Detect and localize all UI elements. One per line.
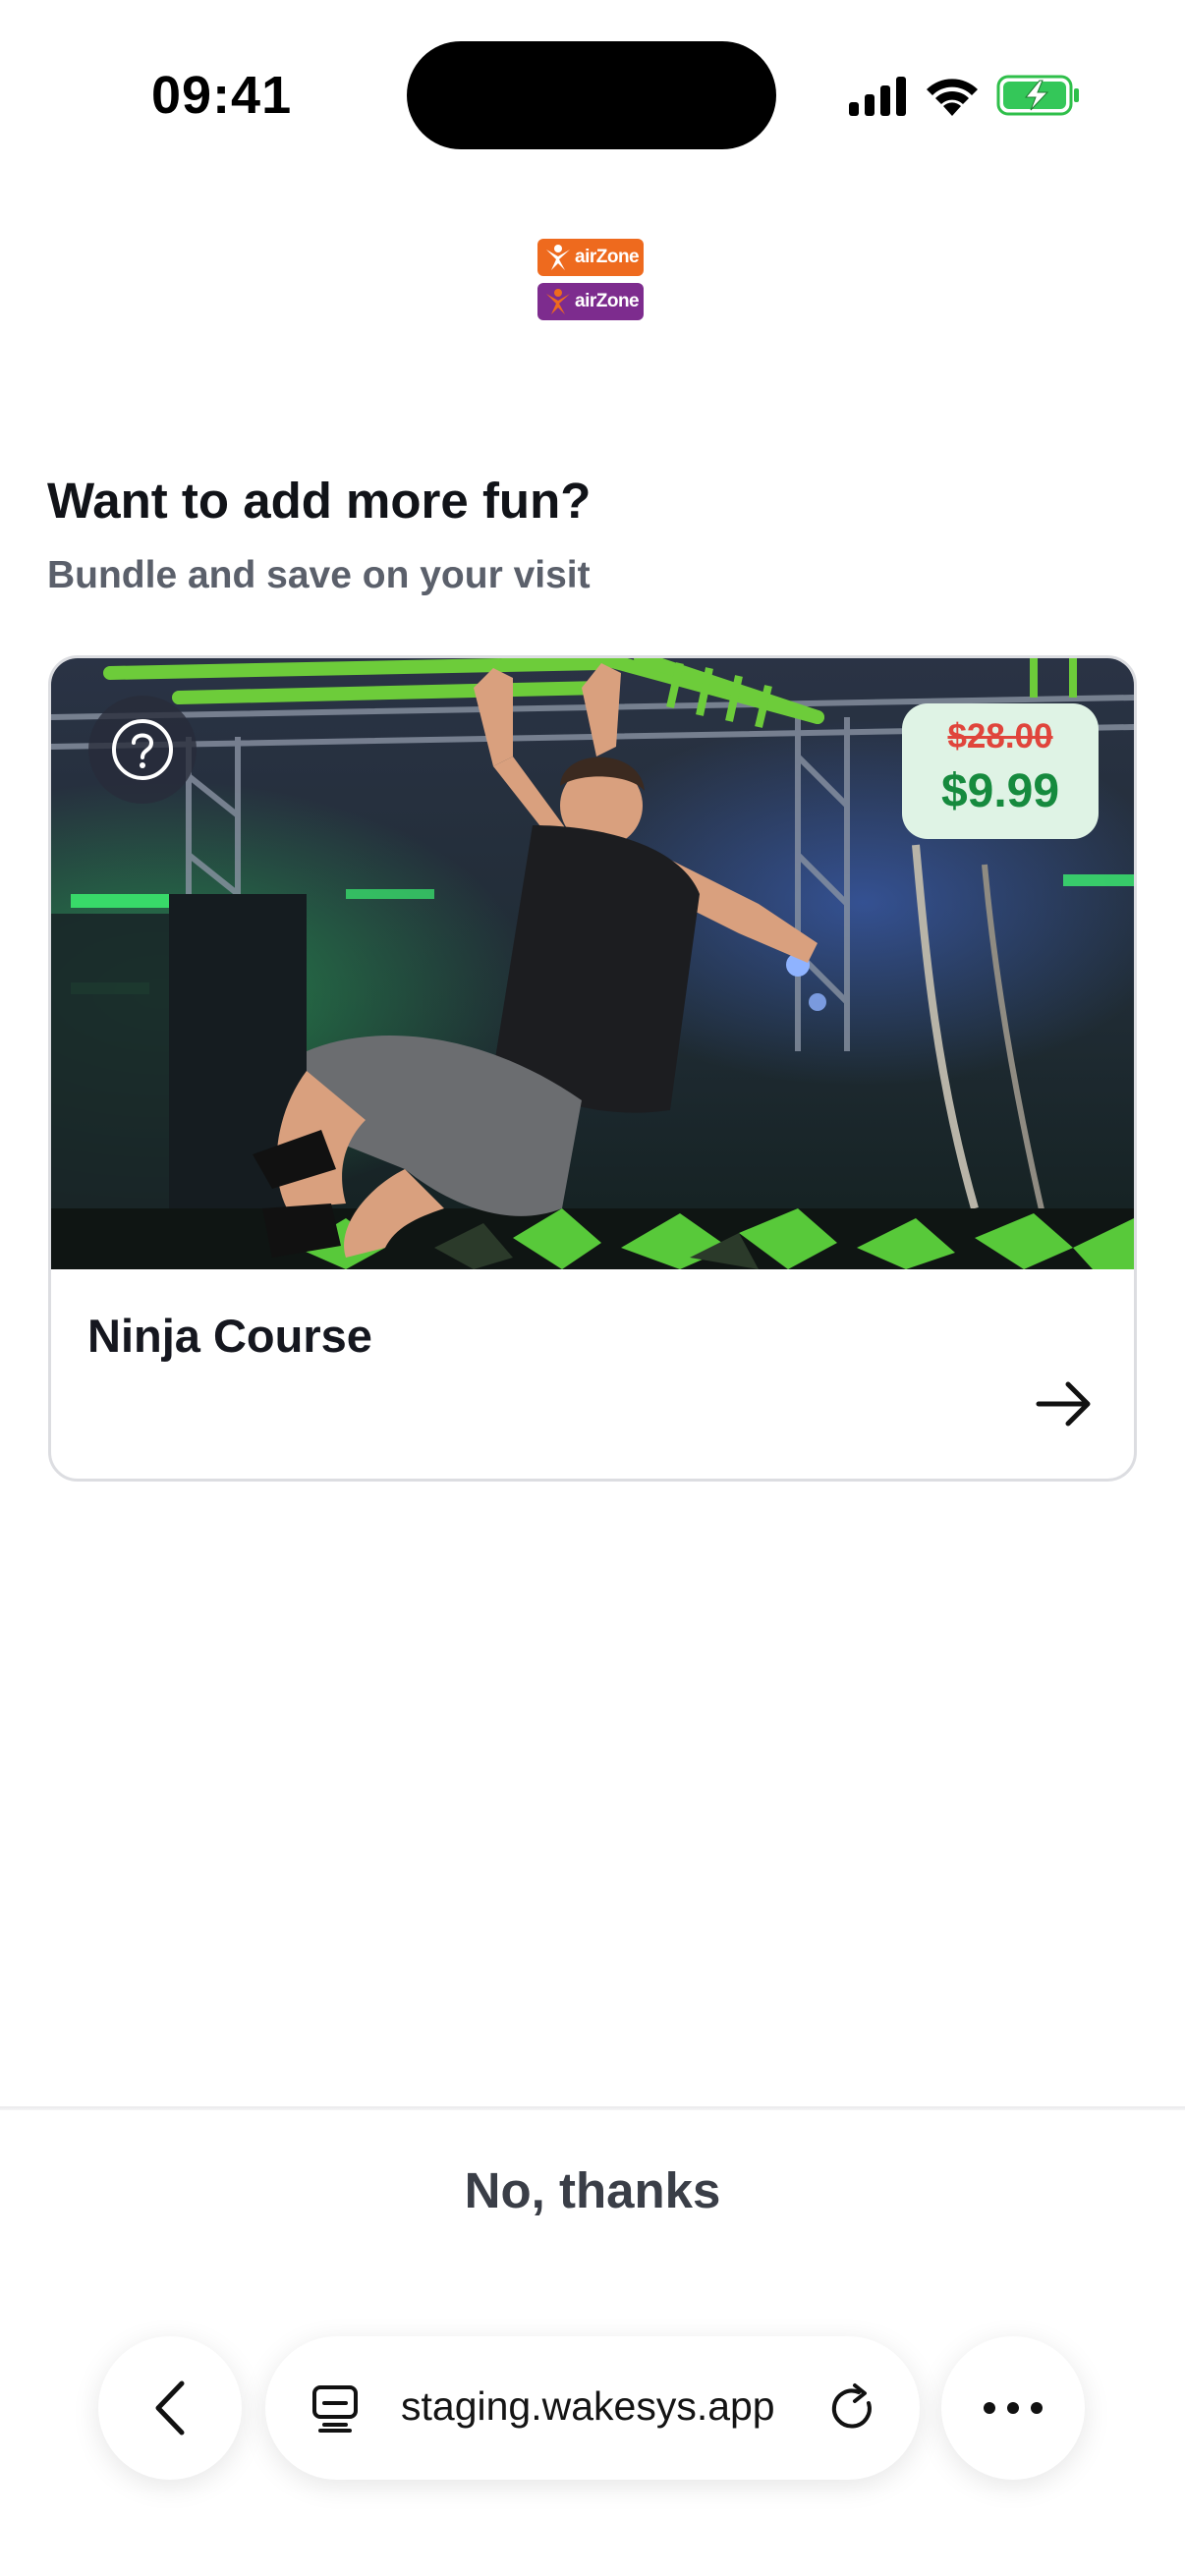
browser-back-button[interactable]: [98, 2336, 242, 2480]
question-circle-icon: [112, 719, 173, 780]
bottom-divider: [0, 2106, 1185, 2110]
logo-badge-orange: airZone: [537, 239, 644, 276]
jumper-icon: [546, 289, 570, 314]
more-dots-icon: [984, 2402, 1043, 2414]
help-button[interactable]: [88, 696, 197, 804]
address-bar[interactable]: staging.wakesys.app: [265, 2336, 920, 2480]
chevron-left-icon: [155, 2380, 185, 2436]
logo-badge-purple: airZone: [537, 283, 644, 320]
status-bar: 09:41: [0, 0, 1185, 187]
tabs-icon: [312, 2385, 358, 2433]
status-time: 09:41: [151, 66, 293, 125]
offer-title: Ninja Course: [87, 1310, 372, 1362]
page-subtitle: Bundle and save on your visit: [47, 554, 591, 596]
no-thanks-button[interactable]: No, thanks: [0, 2161, 1185, 2219]
reload-icon[interactable]: [825, 2381, 880, 2436]
jumper-icon: [546, 245, 570, 270]
page-title: Want to add more fun?: [47, 473, 592, 529]
wifi-icon: [927, 79, 978, 116]
offer-card[interactable]: $28.00 $9.99 Ninja Course: [48, 655, 1137, 1482]
original-price: $28.00: [947, 717, 1053, 756]
cellular-signal-icon: [849, 77, 906, 116]
logo-text: airZone: [575, 291, 640, 311]
browser-toolbar: staging.wakesys.app: [0, 2319, 1185, 2495]
browser-more-button[interactable]: [941, 2336, 1085, 2480]
price-badge: $28.00 $9.99: [902, 703, 1099, 839]
battery-charging-icon: [996, 75, 1079, 116]
airzone-logo: airZone airZone: [537, 239, 644, 321]
url-text: staging.wakesys.app: [401, 2383, 775, 2429]
sale-price: $9.99: [940, 765, 1060, 817]
logo-text: airZone: [575, 247, 640, 267]
dynamic-island: [407, 41, 776, 149]
arrow-right-icon[interactable]: [1033, 1377, 1096, 1430]
